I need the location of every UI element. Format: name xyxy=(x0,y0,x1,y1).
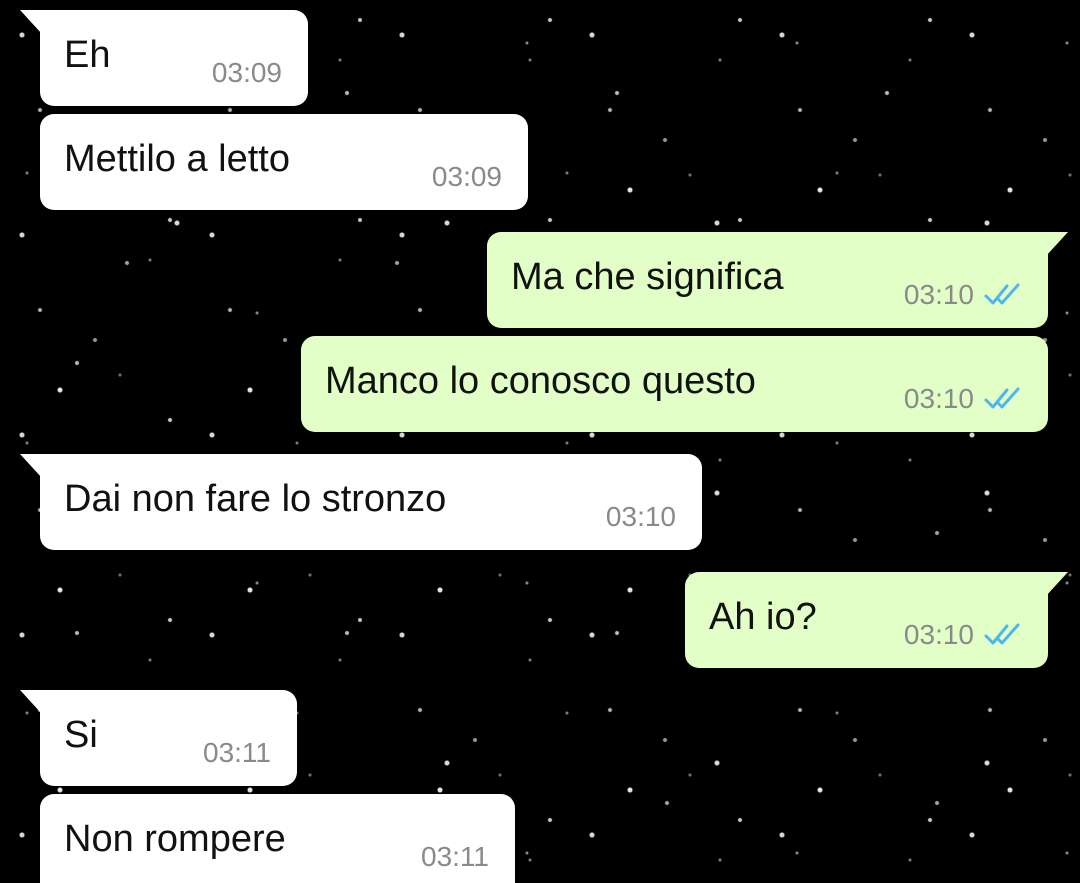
message-bubble-incoming[interactable]: Dai non fare lo stronzo 03:10 xyxy=(40,454,702,550)
message-timestamp: 03:09 xyxy=(211,57,282,88)
message-text: Non rompere xyxy=(64,818,286,860)
message-timestamp: 03:09 xyxy=(431,161,502,192)
message-text: Ma che significa xyxy=(511,256,784,298)
message-bubble-outgoing[interactable]: Ah io? 03:10 xyxy=(685,572,1048,668)
message-timestamp: 03:11 xyxy=(421,841,489,872)
message-text: Si xyxy=(64,714,98,756)
message-timestamp: 03:10 xyxy=(903,383,974,414)
double-check-read-icon xyxy=(984,282,1022,308)
message-meta: 03:10 xyxy=(904,620,1022,650)
message-timestamp: 03:11 xyxy=(203,737,271,768)
message-meta: 03:09 xyxy=(432,162,502,192)
message-text: Manco lo conosco questo xyxy=(325,360,756,402)
message-bubble-incoming[interactable]: Non rompere 03:11 xyxy=(40,794,515,883)
message-timestamp: 03:10 xyxy=(903,619,974,650)
chat-background: Eh 03:09 Mettilo a letto 03:09 Ma che si… xyxy=(0,0,1080,883)
message-meta: 03:10 xyxy=(606,502,676,532)
message-meta: 03:10 xyxy=(904,280,1022,310)
message-timestamp: 03:10 xyxy=(903,279,974,310)
message-bubble-outgoing[interactable]: Manco lo conosco questo 03:10 xyxy=(301,336,1048,432)
message-timestamp: 03:10 xyxy=(605,501,676,532)
message-bubble-incoming[interactable]: Eh 03:09 xyxy=(40,10,308,106)
message-bubble-outgoing[interactable]: Ma che significa 03:10 xyxy=(487,232,1048,328)
message-text: Mettilo a letto xyxy=(64,138,290,180)
message-text: Eh xyxy=(64,34,111,76)
message-meta: 03:11 xyxy=(203,738,271,768)
message-bubble-incoming[interactable]: Si 03:11 xyxy=(40,690,297,786)
double-check-read-icon xyxy=(984,622,1022,648)
message-text: Ah io? xyxy=(709,596,817,638)
message-text: Dai non fare lo stronzo xyxy=(64,478,447,520)
message-bubble-incoming[interactable]: Mettilo a letto 03:09 xyxy=(40,114,528,210)
message-meta: 03:10 xyxy=(904,384,1022,414)
double-check-read-icon xyxy=(984,386,1022,412)
message-meta: 03:09 xyxy=(212,58,282,88)
message-meta: 03:11 xyxy=(421,842,489,872)
